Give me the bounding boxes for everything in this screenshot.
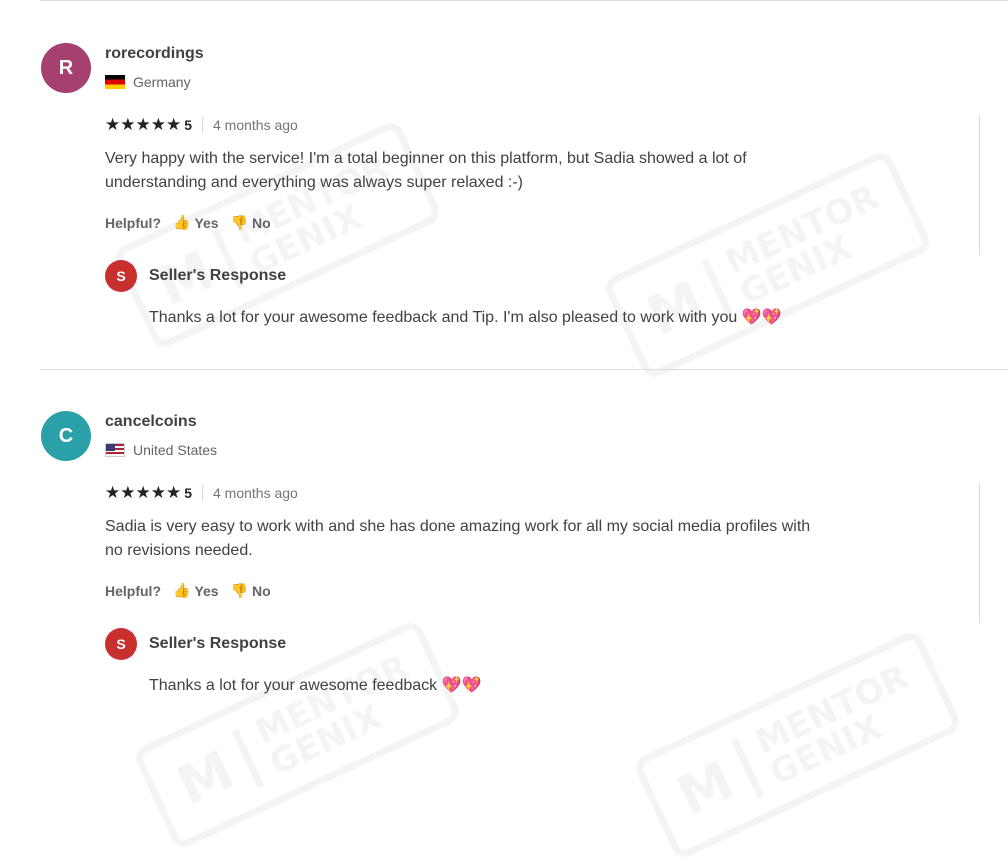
thumbs-up-icon: 👍 <box>173 582 191 598</box>
seller-response-message: Thanks a lot for your awesome feedback a… <box>149 309 738 326</box>
helpful-yes-button[interactable]: 👍 Yes <box>173 214 219 231</box>
reviewer-username[interactable]: rorecordings <box>105 45 204 63</box>
helpful-label: Helpful? <box>105 582 161 599</box>
watermark-text: MENTORGENIX <box>249 647 428 783</box>
seller-response-title: Seller's Response <box>149 267 287 284</box>
heart-emoji-icon: 💖💖 <box>741 309 782 326</box>
reviewer-country: Germany <box>105 74 191 90</box>
review-text: Sadia is very easy to work with and she … <box>105 518 811 559</box>
seller-avatar[interactable]: S <box>105 628 137 660</box>
review-time: 4 months ago <box>213 485 298 501</box>
review-divider <box>40 369 1008 370</box>
yes-label: Yes <box>194 582 219 599</box>
review-divider <box>40 0 1008 1</box>
helpful-yes-button[interactable]: 👍 Yes <box>173 582 219 599</box>
reviewer-username[interactable]: cancelcoins <box>105 413 197 431</box>
germany-flag-icon <box>105 75 125 89</box>
rating-row: ★★★★★ 5 4 months ago <box>105 115 298 135</box>
helpful-row: Helpful? 👍 Yes 👍 No <box>105 214 271 231</box>
watermark-logo: M <box>637 258 734 348</box>
watermark-text: MENTORGENIX <box>719 177 898 313</box>
yes-label: Yes <box>194 214 219 231</box>
seller-response-text: Thanks a lot for your awesome feedback 💖… <box>149 675 481 695</box>
rating-score: 5 <box>184 117 192 133</box>
thumbs-down-icon: 👍 <box>230 583 249 599</box>
country-name: Germany <box>133 74 191 90</box>
review-text: Very happy with the service! I'm a total… <box>105 150 747 191</box>
rating-row: ★★★★★ 5 4 months ago <box>105 483 298 503</box>
no-label: No <box>252 582 271 599</box>
seller-response-message: Thanks a lot for your awesome feedback <box>149 677 438 694</box>
review-side-rule <box>979 115 980 255</box>
seller-response-text: Thanks a lot for your awesome feedback a… <box>149 307 782 327</box>
reviewer-country: United States <box>105 442 217 458</box>
avatar[interactable]: C <box>41 411 91 461</box>
seller-response-title: Seller's Response <box>149 635 287 652</box>
watermark-logo: M <box>167 728 264 818</box>
helpful-label: Helpful? <box>105 214 161 231</box>
heart-emoji-icon: 💖💖 <box>441 677 482 694</box>
rating-score: 5 <box>184 485 192 501</box>
watermark-logo: M <box>667 738 764 828</box>
seller-avatar[interactable]: S <box>105 260 137 292</box>
thumbs-down-icon: 👍 <box>230 215 249 231</box>
star-rating-icon: ★★★★★ <box>105 115 182 134</box>
helpful-no-button[interactable]: 👍 No <box>230 214 271 232</box>
rating-separator <box>202 485 203 501</box>
watermark: M MENTORGENIX <box>131 618 464 852</box>
helpful-row: Helpful? 👍 Yes 👍 No <box>105 582 271 599</box>
star-rating-icon: ★★★★★ <box>105 483 182 502</box>
review-side-rule <box>979 483 980 623</box>
rating-separator <box>202 117 203 133</box>
country-name: United States <box>133 442 218 458</box>
helpful-no-button[interactable]: 👍 No <box>230 582 271 600</box>
review-time: 4 months ago <box>213 117 298 133</box>
avatar[interactable]: R <box>41 43 91 93</box>
watermark: M MENTORGENIX <box>631 628 964 861</box>
thumbs-up-icon: 👍 <box>173 214 191 230</box>
watermark-text: MENTORGENIX <box>749 657 928 793</box>
no-label: No <box>252 214 271 231</box>
us-flag-icon <box>105 443 125 457</box>
